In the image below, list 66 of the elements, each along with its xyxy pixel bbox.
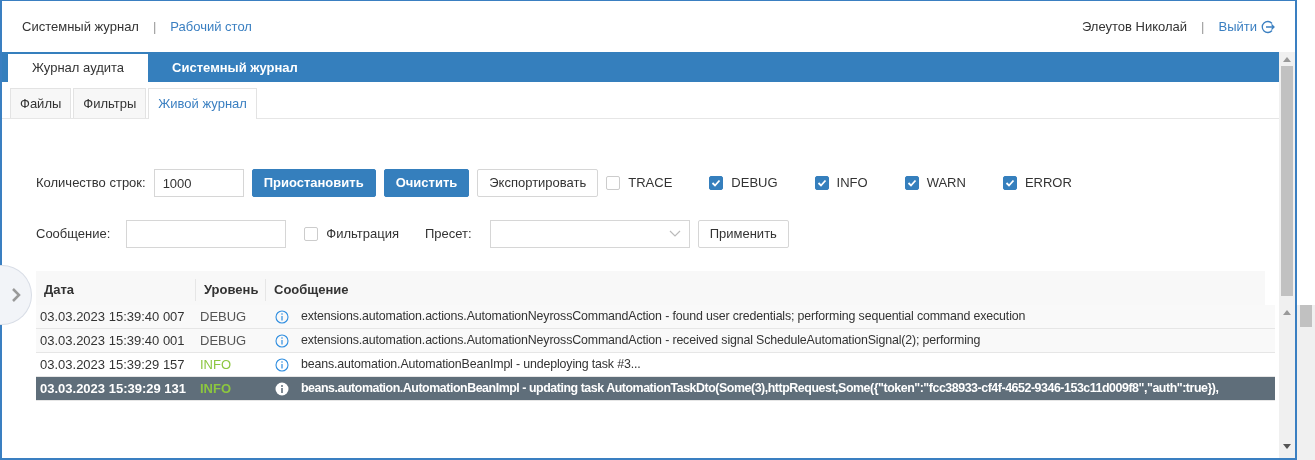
scrollbar[interactable] <box>1297 305 1315 460</box>
rows-count-field[interactable]: 1000 <box>153 169 244 197</box>
table-cell-text: 03.03.2023 15:39:29 157 <box>39 355 186 374</box>
table-row[interactable]: 03.03.2023 15:39:40 007 DEBUG extensions.automation.actions.AutomationNeyrossCommandAction - found user credentials; performing sequential command execution <box>36 305 1275 329</box>
table-cell-text: extensions.automation.actions.AutomationNeyrossCommandAction - received signal ScheduleAutomationSignal(2); performing <box>301 332 981 350</box>
checkbox-label: WARN <box>926 174 966 193</box>
table-cell-text: 03.03.2023 15:39:40 007 <box>39 307 186 326</box>
column-header: Дата <box>36 278 196 301</box>
chevron-icon <box>10 288 21 302</box>
table-cell-text: INFO <box>199 355 233 374</box>
scrollbar[interactable] <box>1279 52 1295 305</box>
button[interactable]: Экспортировать <box>477 169 599 197</box>
column-header: Сообщение <box>273 280 350 299</box>
table-cell-text: extensions.automation.actions.AutomationNeyrossCommandAction - found user credentials; performing sequential command execution <box>301 308 1026 326</box>
table-cell-text: beans.automation.AutomationBeanImpl - undeploying task #3... <box>301 356 641 374</box>
table-cell-text: DEBUG <box>199 307 248 326</box>
column-header: Уровень <box>196 278 266 301</box>
table-row[interactable]: 03.03.2023 15:39:40 001 DEBUG extensions.automation.actions.AutomationNeyrossCommandAction - received signal ScheduleAutomationSignal(2); performing <box>36 329 1275 353</box>
scrollbar[interactable] <box>1279 305 1295 458</box>
check-icon <box>1004 178 1015 188</box>
info-icon <box>275 333 289 348</box>
checkbox[interactable] <box>709 176 724 190</box>
check-icon <box>906 178 917 188</box>
checkbox[interactable] <box>304 227 319 241</box>
table-cell-text: 03.03.2023 15:39:40 001 <box>39 331 186 350</box>
sidebar-toggle[interactable] <box>0 265 32 325</box>
table-cell-text: INFO <box>199 379 233 398</box>
logout-link[interactable]: Выйти <box>1218 16 1275 37</box>
button[interactable]: Приостановить <box>251 169 376 197</box>
separator: | <box>1201 17 1205 36</box>
check-icon <box>711 178 722 188</box>
message-field[interactable] <box>126 220 287 248</box>
logout-icon <box>1261 19 1275 34</box>
table-cell-text: beans.automation.AutomationBeanImpl - updating task AutomationTaskDto(Some(3),httpRequest,Some({"token":"fcc38933-cf4f-4652-9346-153c11d009f8","auth":true}), <box>301 380 1219 398</box>
checkbox-label: Фильтрация <box>326 225 399 244</box>
chevron-down-icon <box>668 230 681 238</box>
apply-button[interactable]: Применить <box>697 220 789 248</box>
checkbox-label: TRACE <box>628 174 673 193</box>
checkbox-label: ERROR <box>1024 174 1072 193</box>
tab[interactable]: Журнал аудита <box>8 54 149 82</box>
info-icon <box>275 309 289 324</box>
user-name: Элеутов Николай <box>1081 17 1188 36</box>
tab[interactable]: Системный журнал <box>148 54 322 82</box>
desktop-link[interactable]: Рабочий стол <box>170 16 252 37</box>
checkbox[interactable] <box>814 176 829 190</box>
tab[interactable]: Живой журнал <box>148 88 257 119</box>
label: Пресет: <box>425 225 472 244</box>
check-icon <box>816 178 827 188</box>
info-icon <box>275 357 289 372</box>
preset-select[interactable] <box>489 220 690 248</box>
checkbox[interactable] <box>904 176 919 190</box>
table-row[interactable]: 03.03.2023 15:39:29 131 INFO beans.automation.AutomationBeanImpl - updating task AutomationTaskDto(Some(3),httpRequest,Some({"token":"fcc38933-cf4f-4652-9346-153c11d009f8","auth":true}), <box>36 377 1275 401</box>
separator: | <box>152 17 157 36</box>
tab[interactable]: Фильтры <box>73 88 147 118</box>
tab[interactable]: Файлы <box>10 88 72 118</box>
checkbox[interactable] <box>606 176 621 190</box>
checkbox-label: INFO <box>836 174 868 193</box>
table-cell-text: 03.03.2023 15:39:29 131 <box>39 379 187 398</box>
button[interactable]: Очистить <box>383 169 470 197</box>
checkbox-label: DEBUG <box>731 174 778 193</box>
page-title: Системный журнал <box>22 17 139 36</box>
label: Количество строк: <box>36 174 146 193</box>
table-cell-text: DEBUG <box>199 331 248 350</box>
label: Сообщение: <box>36 225 111 244</box>
checkbox[interactable] <box>1002 176 1017 190</box>
info-icon <box>275 381 289 396</box>
